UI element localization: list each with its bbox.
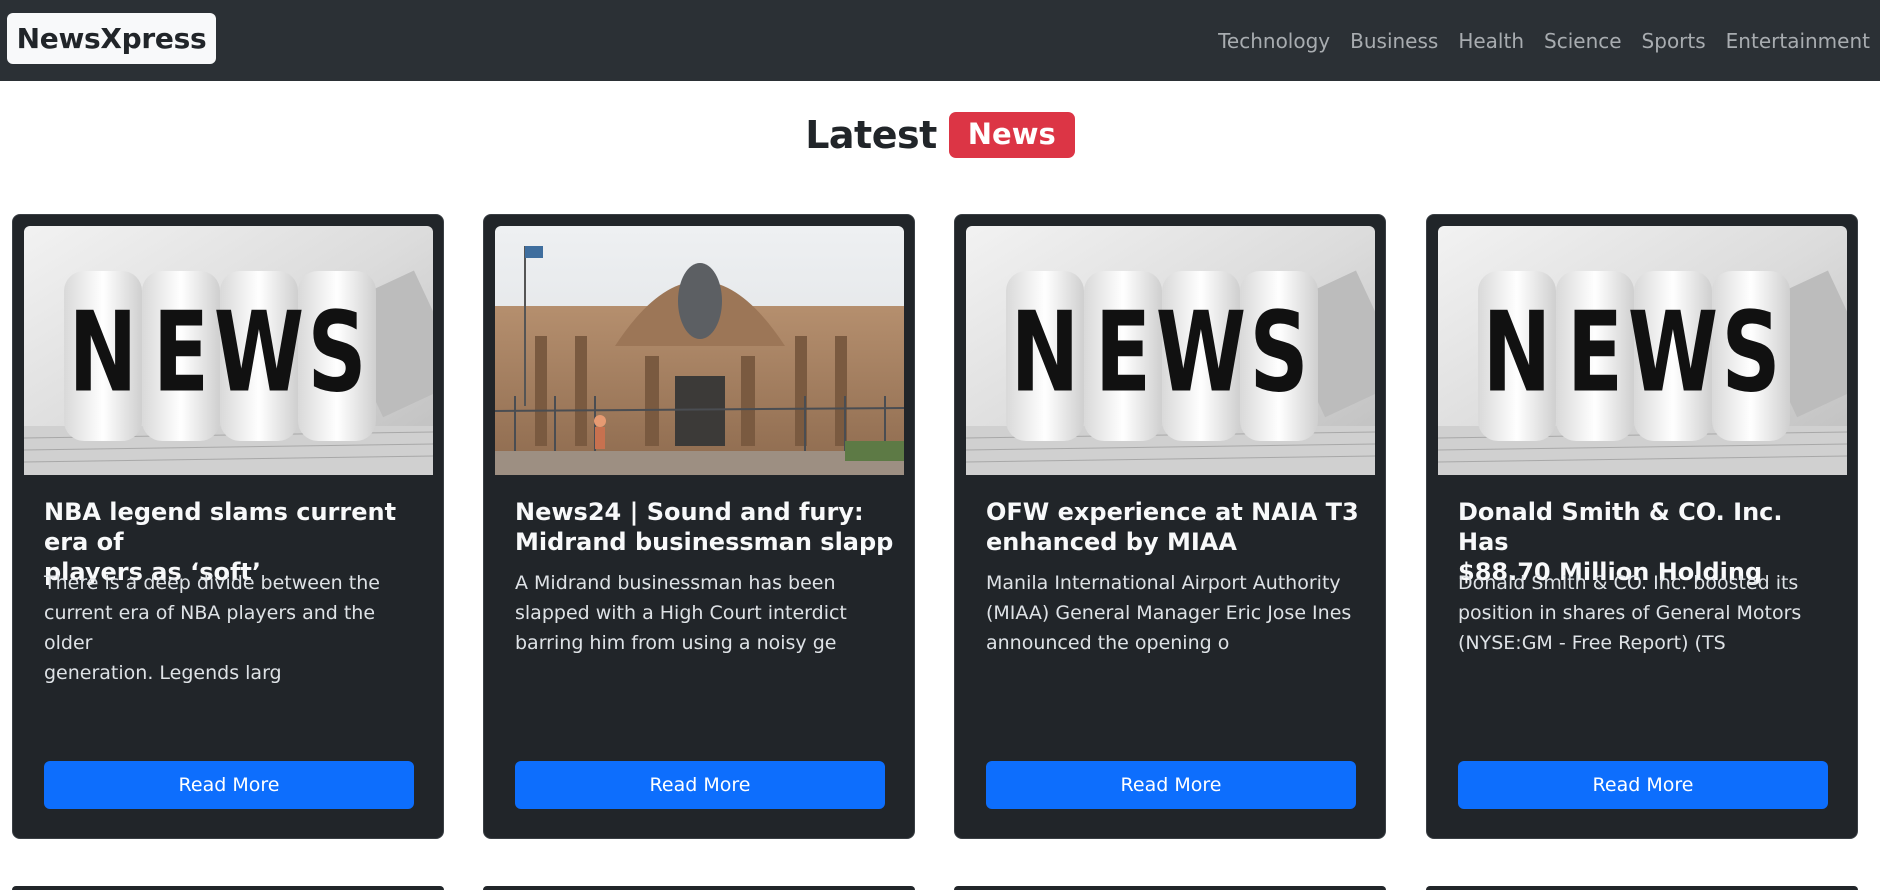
- svg-text:W: W: [1156, 288, 1246, 416]
- nav-link-sports[interactable]: Sports: [1642, 29, 1706, 53]
- svg-text:N: N: [1011, 288, 1080, 416]
- svg-text:E: E: [1567, 288, 1623, 416]
- news-badge: News: [948, 112, 1075, 158]
- nav-link-health[interactable]: Health: [1458, 29, 1524, 53]
- courthouse-photo: [495, 226, 904, 475]
- nav-link-science[interactable]: Science: [1544, 29, 1622, 53]
- news-card: N E W S OFW experience at NAIA T3 enhanc…: [954, 214, 1386, 839]
- news-card-description: There is a deep divide between the curre…: [44, 572, 380, 684]
- news-card-next-row: [1426, 886, 1858, 890]
- news-card-next-row: [954, 886, 1386, 890]
- news-card-title: News24 | Sound and fury: Midrand busines…: [515, 498, 894, 556]
- svg-text:S: S: [307, 288, 366, 416]
- nav-link-technology[interactable]: Technology: [1218, 29, 1330, 53]
- svg-text:N: N: [1483, 288, 1552, 416]
- news-dice-image: N E W S: [24, 226, 433, 475]
- news-card-description: A Midrand businessman has been slapped w…: [515, 572, 847, 654]
- nav-links: Technology Business Health Science Sport…: [1198, 0, 1870, 81]
- svg-text:E: E: [153, 288, 209, 416]
- news-dice-image: N E W S: [966, 226, 1375, 475]
- svg-text:W: W: [214, 288, 304, 416]
- page-heading: Latest News: [0, 112, 1880, 158]
- read-more-button[interactable]: Read More: [44, 761, 414, 809]
- svg-text:N: N: [69, 288, 138, 416]
- svg-text:S: S: [1249, 288, 1308, 416]
- news-dice-image: N E W S: [1438, 226, 1847, 475]
- news-card: News24 | Sound and fury: Midrand busines…: [483, 214, 915, 839]
- read-more-button[interactable]: Read More: [1458, 761, 1828, 809]
- news-card-next-row: [483, 886, 915, 890]
- svg-text:S: S: [1721, 288, 1780, 416]
- read-more-button[interactable]: Read More: [515, 761, 885, 809]
- top-navbar: NewsXpress Technology Business Health Sc…: [0, 0, 1880, 81]
- news-card: N E W S Donald Smith & CO. Inc. Has $88.…: [1426, 214, 1858, 839]
- news-card: N E W S NBA legend slams current era of …: [12, 214, 444, 839]
- brand-logo[interactable]: NewsXpress: [7, 13, 216, 64]
- svg-text:W: W: [1628, 288, 1718, 416]
- read-more-button[interactable]: Read More: [986, 761, 1356, 809]
- news-card-description: Manila International Airport Authority (…: [986, 572, 1352, 654]
- nav-link-business[interactable]: Business: [1350, 29, 1438, 53]
- news-card-description: Donald Smith & CO. Inc. boosted its posi…: [1458, 572, 1802, 654]
- nav-link-entertainment[interactable]: Entertainment: [1726, 29, 1870, 53]
- page-title: Latest: [805, 113, 937, 157]
- svg-text:E: E: [1095, 288, 1151, 416]
- news-card-title: OFW experience at NAIA T3 enhanced by MI…: [986, 498, 1359, 556]
- news-card-next-row: [12, 886, 444, 890]
